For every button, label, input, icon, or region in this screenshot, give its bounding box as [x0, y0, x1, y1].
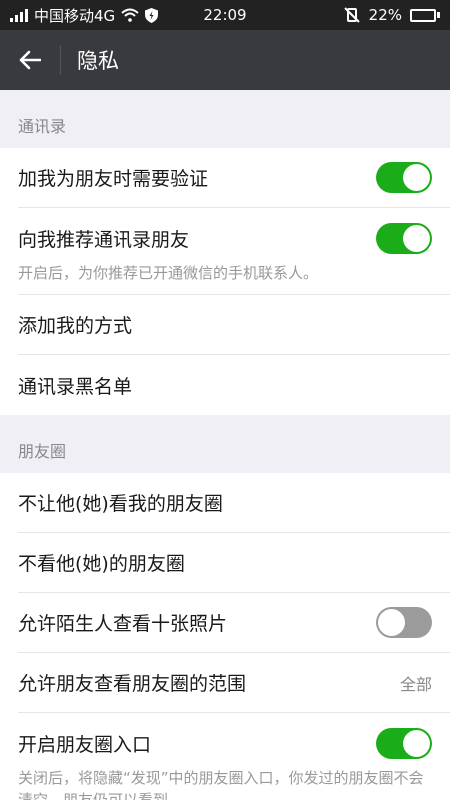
- carrier-label: 中国移动4G: [34, 6, 116, 25]
- entry-toggle[interactable]: [376, 727, 432, 759]
- status-left: 中国移动4G: [10, 5, 343, 26]
- back-button[interactable]: [0, 30, 60, 90]
- settings-list: 通讯录 加我为朋友时需要验证 向我推荐通讯录朋友 开启后，为你推荐已开通微信的手…: [0, 90, 450, 800]
- row-add-methods[interactable]: 添加我的方式: [18, 295, 450, 355]
- nav-divider: [60, 45, 61, 75]
- entry-description: 关闭后，将隐藏“发现”中的朋友圈入口，你发过的朋友圈不会清空，朋友仍可以看到。: [18, 769, 424, 800]
- group-contacts: 加我为朋友时需要验证 向我推荐通讯录朋友 开启后，为你推荐已开通微信的手机联系人…: [0, 148, 450, 415]
- group-moments: 不让他(她)看我的朋友圈 不看他(她)的朋友圈 允许陌生人查看十张照片 允许朋友…: [0, 473, 450, 800]
- row-hide-theirs[interactable]: 不看他(她)的朋友圈: [18, 533, 450, 593]
- row-label: 开启朋友圈入口: [18, 733, 152, 756]
- stranger-toggle[interactable]: [376, 607, 432, 638]
- row-range[interactable]: 允许朋友查看朋友圈的范围 全部: [18, 653, 450, 713]
- row-label: 允许陌生人查看十张照片: [18, 613, 228, 635]
- status-bar: 中国移动4G 22:09 22%: [0, 0, 450, 30]
- shield-icon: [145, 7, 159, 23]
- row-label: 允许朋友查看朋友圈的范围: [18, 673, 247, 695]
- section-header-moments: 朋友圈: [18, 442, 67, 461]
- row-hide-mine[interactable]: 不让他(她)看我的朋友圈: [18, 473, 450, 533]
- row-label: 向我推荐通讯录朋友: [18, 228, 190, 251]
- battery-icon: [410, 8, 440, 22]
- row-verify: 加我为朋友时需要验证: [18, 148, 450, 208]
- row-label: 加我为朋友时需要验证: [18, 168, 209, 190]
- row-label: 不让他(她)看我的朋友圈: [18, 493, 223, 515]
- recommend-toggle[interactable]: [376, 222, 432, 254]
- range-value: 全部: [399, 674, 432, 694]
- battery-label: 22%: [368, 6, 402, 24]
- page-title: 隐私: [77, 49, 119, 73]
- row-label: 添加我的方式: [18, 315, 133, 337]
- status-right: 22%: [343, 6, 440, 24]
- verify-toggle[interactable]: [376, 162, 432, 193]
- row-label: 通讯录黑名单: [18, 375, 133, 398]
- wifi-icon: [121, 8, 139, 22]
- row-recommend: 向我推荐通讯录朋友: [18, 208, 450, 268]
- row-blacklist[interactable]: 通讯录黑名单: [18, 355, 450, 415]
- arrow-left-icon: [19, 50, 41, 70]
- recommend-description: 开启后，为你推荐已开通微信的手机联系人。: [18, 262, 450, 295]
- row-stranger: 允许陌生人查看十张照片: [18, 593, 450, 653]
- section-header-contacts: 通讯录: [18, 117, 67, 136]
- vibrate-off-icon: [343, 7, 360, 23]
- nav-bar: 隐私: [0, 30, 450, 90]
- row-label: 不看他(她)的朋友圈: [18, 553, 185, 575]
- signal-icon: [10, 8, 28, 22]
- row-entry: 开启朋友圈入口: [18, 713, 450, 773]
